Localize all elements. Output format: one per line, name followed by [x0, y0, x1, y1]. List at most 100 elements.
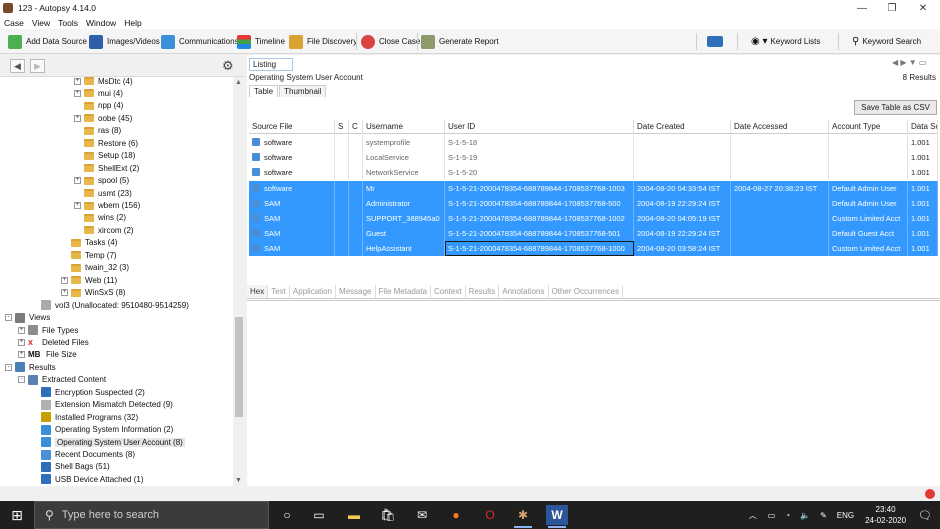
tree-node[interactable]: Temp (7)	[61, 249, 117, 261]
expand-toggle-icon[interactable]: +	[18, 326, 25, 334]
tree-node[interactable]: - Views	[5, 312, 50, 324]
expand-toggle-icon[interactable]: +	[61, 276, 68, 284]
tree-node[interactable]: ras (8)	[74, 125, 121, 137]
inbox-button[interactable]	[707, 32, 727, 51]
start-button[interactable]: ⊞	[0, 501, 34, 529]
tree-node[interactable]: - Extracted Content	[18, 374, 106, 386]
tree-node[interactable]: + spool (5)	[74, 175, 129, 187]
communications-button[interactable]: Communications	[161, 32, 239, 51]
tree-node[interactable]: + oobe (45)	[74, 112, 132, 124]
tree-scrollbar[interactable]: ▲ ▼	[233, 77, 245, 486]
menu-help[interactable]: Help	[120, 18, 145, 28]
tree-node[interactable]: usmt (23)	[74, 187, 132, 199]
images-videos-button[interactable]: Images/Videos	[89, 32, 160, 51]
tree-node[interactable]: vol3 (Unallocated: 9510480-9514259)	[31, 299, 189, 311]
add-data-source-button[interactable]: Add Data Source	[8, 32, 87, 51]
tree-node[interactable]: Operating System Information (2)	[31, 424, 173, 436]
generate-report-button[interactable]: Generate Report	[421, 32, 499, 51]
forward-arrow-icon[interactable]: ▶	[30, 59, 45, 73]
tree-node[interactable]: Restore (6)	[74, 137, 138, 149]
keyword-lists-button[interactable]: ◉ ▾ Keyword Lists	[751, 32, 820, 51]
tree-node[interactable]: xircom (2)	[74, 224, 134, 236]
tree-node[interactable]: Installed Programs (32)	[31, 411, 138, 423]
tree-scrollbar-thumb[interactable]	[235, 317, 243, 417]
firefox-icon[interactable]: ●	[445, 505, 467, 525]
tree-node[interactable]: + WinSxS (8)	[61, 287, 125, 299]
expand-toggle-icon[interactable]: +	[74, 89, 81, 97]
listing-tab[interactable]: Listing	[249, 58, 293, 71]
tab-context[interactable]: Context	[431, 285, 466, 298]
table-row[interactable]: SAM Guest S-1-5-21-2000478354-688789844-17…	[249, 226, 938, 242]
restore-button[interactable]: ❐	[877, 0, 907, 16]
tree-node[interactable]: + MB File Size	[18, 349, 77, 361]
tab-message[interactable]: Message	[336, 285, 376, 298]
battery-icon[interactable]: ▭	[768, 511, 776, 520]
expand-toggle-icon[interactable]: +	[74, 177, 81, 185]
minimize-button[interactable]: —	[847, 0, 877, 16]
expand-toggle-icon[interactable]: +	[18, 338, 25, 346]
collapse-toggle-icon[interactable]: -	[5, 314, 12, 322]
tab-annotations[interactable]: Annotations	[499, 285, 549, 298]
volume-icon[interactable]: 🔈	[800, 511, 810, 520]
tree-node[interactable]: ShellExt (2)	[74, 162, 139, 174]
collapse-toggle-icon[interactable]: -	[5, 363, 12, 371]
expand-toggle-icon[interactable]: +	[74, 202, 81, 209]
tree-node[interactable]: - Results	[5, 361, 56, 373]
clock[interactable]: 23:40 24-02-2020	[865, 504, 906, 526]
tree-node[interactable]: Shell Bags (51)	[31, 461, 110, 473]
keyword-search-button[interactable]: ⚲ Keyword Search	[852, 32, 921, 51]
table-row[interactable]: software systemprofile S-1-5-18 1.001	[249, 135, 938, 150]
collapse-toggle-icon[interactable]: -	[18, 376, 25, 384]
error-indicator-icon[interactable]	[925, 489, 935, 499]
network-icon[interactable]: ◔	[785, 511, 790, 520]
back-arrow-icon[interactable]: ◀	[10, 59, 25, 73]
tree-node[interactable]: Encryption Suspected (2)	[31, 386, 145, 398]
column-header[interactable]: Date Created	[634, 120, 731, 134]
table-row[interactable]: software NetworkService S-1-5-20 1.001	[249, 165, 938, 181]
tree-node[interactable]: Tasks (4)	[61, 237, 117, 249]
table-row[interactable]: SAM Administrator S-1-5-21-2000478354-6887…	[249, 195, 938, 211]
column-header[interactable]: Account Type	[829, 120, 908, 134]
scroll-down-icon[interactable]: ▼	[235, 477, 242, 484]
tab-thumbnail[interactable]: Thumbnail	[279, 85, 327, 97]
expand-toggle-icon[interactable]: +	[74, 77, 81, 85]
language-indicator[interactable]: ENG	[837, 511, 854, 520]
table-row[interactable]: software Mr S-1-5-21-2000478354-688789844-…	[249, 180, 938, 196]
opera-icon[interactable]: O	[479, 505, 501, 525]
expand-toggle-icon[interactable]: +	[18, 351, 25, 359]
tree-node[interactable]: + wbem (156)	[74, 200, 140, 212]
store-icon[interactable]: 🛍	[377, 505, 399, 525]
nav-arrows-icon[interactable]: ◀ ▶ ▼ ▭	[892, 58, 926, 67]
pen-icon[interactable]: ✎	[820, 511, 827, 520]
expand-toggle-icon[interactable]: +	[61, 289, 68, 297]
table-row[interactable]: software LocalService S-1-5-19 1.001	[249, 150, 938, 166]
file-discovery-button[interactable]: File Discovery	[289, 32, 357, 51]
tree-node[interactable]: Recent Documents (8)	[31, 449, 135, 461]
close-window-button[interactable]: ✕	[908, 0, 938, 16]
tree-node[interactable]: Operating System User Account (8)	[31, 436, 185, 448]
tree-node[interactable]: Extension Mismatch Detected (9)	[31, 399, 173, 411]
column-header[interactable]: Source File	[249, 120, 335, 134]
timeline-button[interactable]: Timeline	[237, 32, 285, 51]
gear-icon[interactable]: ⚙	[222, 58, 234, 74]
autopsy-taskbar-icon[interactable]: ✱	[512, 505, 534, 528]
chevron-up-icon[interactable]: ︿	[749, 510, 757, 521]
tab-other-occurrences[interactable]: Other Occurrences	[549, 285, 624, 298]
tree-node[interactable]: + Web (11)	[61, 274, 117, 286]
column-header[interactable]: C	[349, 120, 363, 134]
tree-node[interactable]: npp (4)	[74, 100, 123, 112]
column-header[interactable]: Date Accessed	[731, 120, 829, 134]
task-view-icon[interactable]: ▭	[308, 505, 330, 525]
tree-node[interactable]: + File Types	[18, 324, 78, 336]
tab-results[interactable]: Results	[466, 285, 500, 298]
column-header[interactable]: S	[335, 120, 349, 134]
tab-text[interactable]: Text	[268, 285, 290, 298]
word-icon[interactable]: W	[546, 505, 568, 528]
table-row[interactable]: SAM HelpAssistant S-1-5-21-2000478354-6887…	[249, 241, 938, 257]
tab-application[interactable]: Application	[290, 285, 337, 298]
notification-icon[interactable]: 🗨	[918, 509, 932, 522]
tree-node[interactable]: + MsDtc (4)	[74, 77, 133, 87]
expand-toggle-icon[interactable]: +	[74, 114, 81, 122]
tree-node[interactable]: + mui (4)	[74, 87, 123, 99]
column-header[interactable]: User ID	[445, 120, 634, 134]
